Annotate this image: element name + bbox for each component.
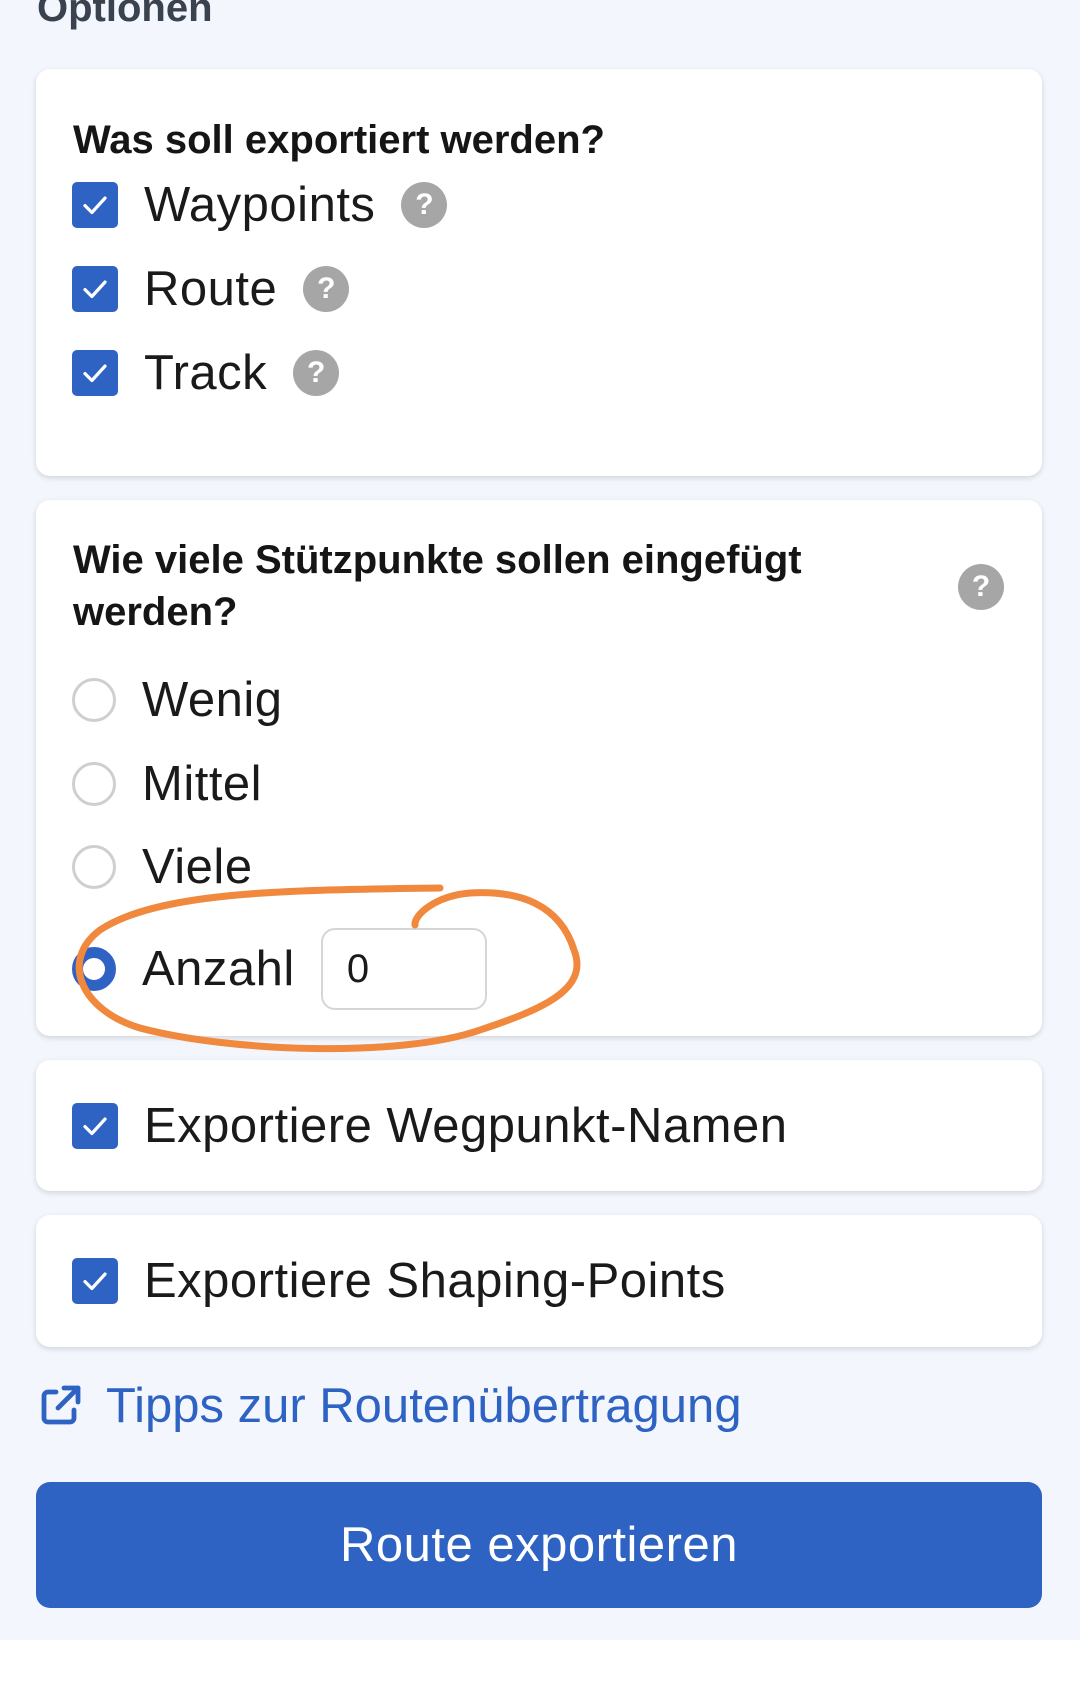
- export-options-page: Optionen Was soll exportiert werden? Way…: [0, 0, 1080, 1684]
- export-what-card: Was soll exportiert werden? Waypoints ? …: [36, 69, 1042, 476]
- support-points-card: Wie viele Stützpunkte sollen eingefügt w…: [36, 500, 1042, 1036]
- export-waypoint-names-label: Exportiere Wegpunkt-Namen: [144, 1099, 788, 1153]
- track-option[interactable]: Track ?: [72, 343, 340, 403]
- option-anzahl[interactable]: Anzahl 0: [72, 927, 487, 1011]
- checkmark-icon: [83, 280, 107, 299]
- radio-viele[interactable]: [72, 845, 116, 889]
- track-help-icon[interactable]: ?: [293, 350, 340, 396]
- waypoints-checkbox[interactable]: [72, 182, 118, 228]
- option-mittel[interactable]: Mittel: [72, 754, 262, 814]
- export-shaping-points-card: Exportiere Shaping-Points: [36, 1215, 1042, 1347]
- checkmark-icon: [83, 1272, 107, 1291]
- option-mittel-label: Mittel: [142, 757, 263, 811]
- waypoints-option[interactable]: Waypoints ?: [72, 175, 448, 235]
- track-checkbox[interactable]: [72, 350, 118, 396]
- support-points-title: Wie viele Stützpunkte sollen eingefügt w…: [73, 538, 802, 634]
- tips-link-label: Tipps zur Routenübertragung: [106, 1379, 742, 1433]
- option-viele-label: Viele: [142, 840, 253, 894]
- radio-wenig[interactable]: [72, 678, 116, 722]
- track-label: Track: [144, 346, 268, 400]
- radio-anzahl[interactable]: [72, 947, 116, 991]
- option-viele[interactable]: Viele: [72, 837, 253, 897]
- waypoints-help-icon[interactable]: ?: [401, 182, 448, 228]
- export-shaping-points-label: Exportiere Shaping-Points: [144, 1254, 726, 1308]
- option-anzahl-label: Anzahl: [142, 942, 295, 996]
- checkmark-icon: [83, 364, 107, 383]
- export-waypoint-names-checkbox[interactable]: [72, 1103, 118, 1149]
- tips-link[interactable]: Tipps zur Routenübertragung: [36, 1378, 742, 1434]
- export-waypoint-names-card: Exportiere Wegpunkt-Namen: [36, 1060, 1042, 1191]
- route-checkbox[interactable]: [72, 266, 118, 312]
- external-link-icon: [41, 1385, 81, 1425]
- count-input[interactable]: 0: [320, 928, 487, 1010]
- export-route-button[interactable]: Route exportieren: [36, 1482, 1042, 1608]
- route-help-icon[interactable]: ?: [303, 266, 350, 312]
- export-shaping-points-checkbox[interactable]: [72, 1258, 118, 1304]
- section-title: Optionen: [37, 0, 213, 30]
- waypoints-label: Waypoints: [144, 178, 376, 232]
- option-wenig[interactable]: Wenig: [72, 670, 283, 730]
- option-wenig-label: Wenig: [142, 673, 283, 727]
- checkmark-icon: [83, 196, 107, 215]
- checkmark-icon: [83, 1117, 107, 1136]
- radio-mittel[interactable]: [72, 762, 116, 806]
- bottom-strip: [0, 1640, 1080, 1684]
- export-what-title: Was soll exportiert werden?: [73, 118, 605, 162]
- export-waypoint-names-option[interactable]: Exportiere Wegpunkt-Namen: [72, 1096, 787, 1156]
- support-points-help-icon[interactable]: ?: [958, 564, 1004, 610]
- route-label: Route: [144, 262, 278, 316]
- route-option[interactable]: Route ?: [72, 259, 350, 319]
- export-shaping-points-option[interactable]: Exportiere Shaping-Points: [72, 1251, 726, 1311]
